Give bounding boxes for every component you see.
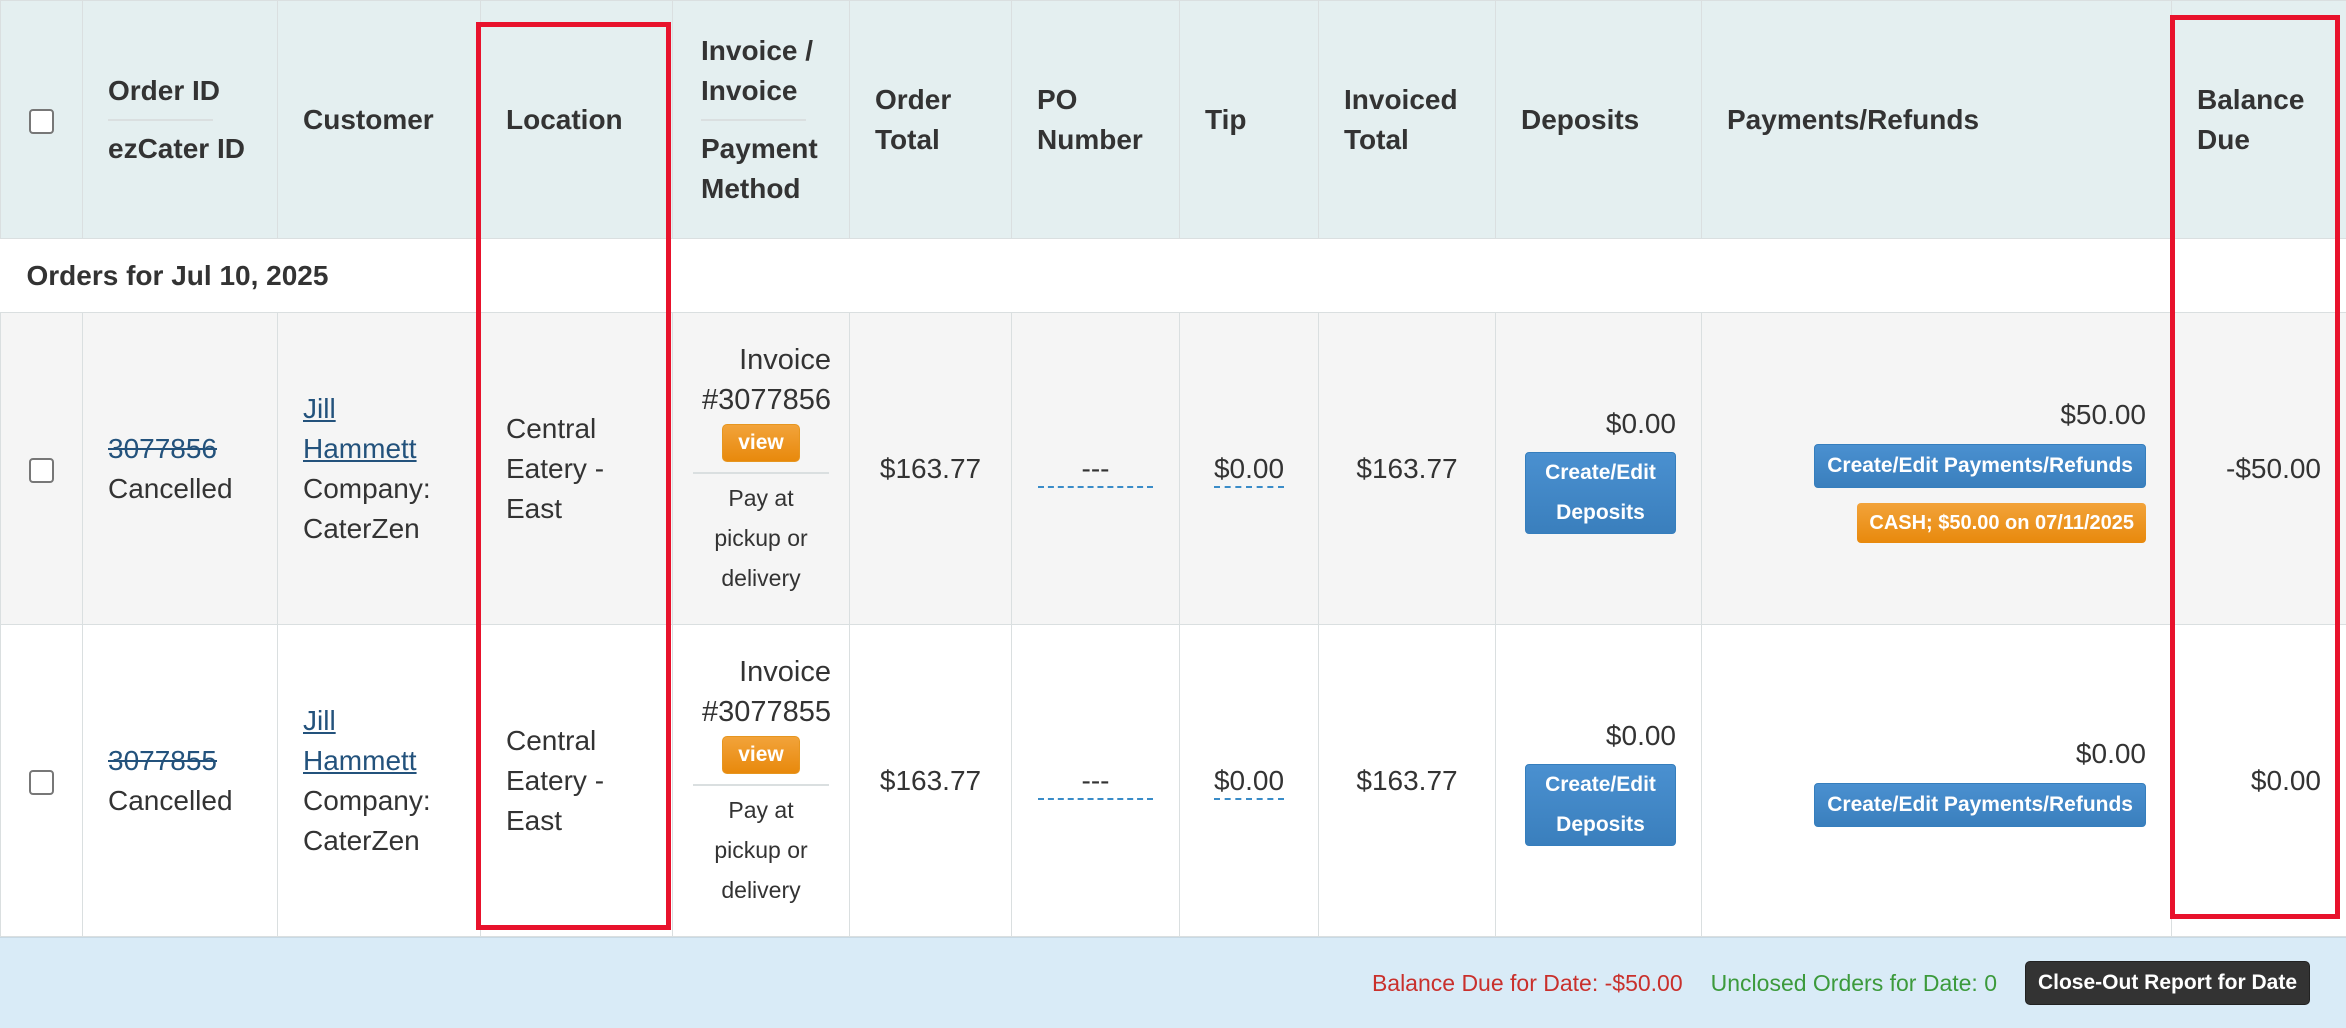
order-id-label: Order ID xyxy=(108,74,221,106)
tip-editable[interactable]: $0.00 xyxy=(1213,452,1285,488)
payment-method-label: Payment Method xyxy=(701,132,818,204)
order-total-cell: $163.77 xyxy=(849,312,1012,625)
customer-cell: Jill Hammett Company: CaterZen xyxy=(277,312,481,625)
create-edit-payments-button[interactable]: Create/Edit Payments/Refunds xyxy=(1814,443,2146,488)
deposit-amount: $0.00 xyxy=(1605,407,1676,439)
header-invoice[interactable]: Invoice / Invoice Payment Method xyxy=(672,0,850,239)
customer-company: Company: CaterZen xyxy=(303,472,431,544)
order-status: Cancelled xyxy=(108,472,233,504)
balance-due-cell: $0.00 xyxy=(2171,624,2346,937)
row-select-cell xyxy=(0,312,83,625)
payments-cell: $50.00 Create/Edit Payments/Refunds CASH… xyxy=(1701,312,2172,625)
header-balance-due[interactable]: Balance Due xyxy=(2171,0,2346,239)
tip-cell: $0.00 xyxy=(1179,312,1319,625)
view-invoice-button[interactable]: view xyxy=(722,735,800,774)
deposit-amount: $0.00 xyxy=(1605,719,1676,751)
invoiced-total-cell: $163.77 xyxy=(1318,312,1496,625)
header-divider xyxy=(701,118,806,121)
order-total-cell: $163.77 xyxy=(849,624,1012,937)
header-po-number[interactable]: PO Number xyxy=(1011,0,1180,239)
order-status: Cancelled xyxy=(108,784,233,816)
customer-link[interactable]: Jill Hammett xyxy=(303,393,417,464)
deposits-cell: $0.00 Create/Edit Deposits xyxy=(1495,624,1702,937)
footer-unclosed-orders: Unclosed Orders for Date: 0 xyxy=(1710,969,1997,996)
tip-editable[interactable]: $0.00 xyxy=(1213,764,1285,800)
table-row: 3077855 Cancelled Jill Hammett Company: … xyxy=(0,624,2346,937)
create-edit-deposits-button[interactable]: Create/Edit Deposits xyxy=(1525,763,1676,846)
header-row: Order ID ezCater ID Customer Location In… xyxy=(0,0,2346,239)
row-checkbox[interactable] xyxy=(29,457,54,483)
header-order-total[interactable]: Order Total xyxy=(849,0,1012,239)
po-number-editable[interactable]: --- xyxy=(1038,452,1153,488)
row-checkbox[interactable] xyxy=(29,769,54,795)
header-location[interactable]: Location xyxy=(480,0,673,239)
header-tip[interactable]: Tip xyxy=(1179,0,1319,239)
summary-footer: Balance Due for Date: -$50.00 Unclosed O… xyxy=(0,937,2346,1028)
payment-method: Pay at pickup or delivery xyxy=(693,471,829,598)
balance-due-cell: -$50.00 xyxy=(2171,312,2346,625)
view-invoice-button[interactable]: view xyxy=(722,423,800,462)
location-cell: Central Eatery - East xyxy=(480,312,673,625)
order-id-cell: 3077855 Cancelled xyxy=(82,624,278,937)
header-invoiced-total[interactable]: Invoiced Total xyxy=(1318,0,1496,239)
select-all-checkbox[interactable] xyxy=(29,108,54,134)
location-cell: Central Eatery - East xyxy=(480,624,673,937)
date-group-label: Orders for Jul 10, 2025 xyxy=(0,238,2346,313)
invoice-number: Invoice #3077855 xyxy=(701,655,831,728)
payments-amount: $50.00 xyxy=(2060,398,2146,430)
header-select-all-cell xyxy=(0,0,83,239)
customer-link[interactable]: Jill Hammett xyxy=(303,705,417,776)
header-customer[interactable]: Customer xyxy=(277,0,481,239)
po-number-editable[interactable]: --- xyxy=(1038,764,1153,800)
payment-badge[interactable]: CASH; $50.00 on 07/11/2025 xyxy=(1857,502,2146,543)
ezcater-id-label: ezCater ID xyxy=(108,132,245,164)
date-group-row: Orders for Jul 10, 2025 xyxy=(0,238,2346,313)
create-edit-deposits-button[interactable]: Create/Edit Deposits xyxy=(1525,451,1676,534)
close-out-report-button[interactable]: Close-Out Report for Date xyxy=(2024,961,2310,1005)
footer-balance-due: Balance Due for Date: -$50.00 xyxy=(1371,969,1683,996)
po-number-cell: --- xyxy=(1011,624,1180,937)
invoice-label: Invoice / Invoice xyxy=(701,34,814,106)
row-select-cell xyxy=(0,624,83,937)
deposits-cell: $0.00 Create/Edit Deposits xyxy=(1495,312,1702,625)
invoice-cell: Invoice #3077856 view Pay at pickup or d… xyxy=(672,312,850,625)
invoiced-total-cell: $163.77 xyxy=(1318,624,1496,937)
customer-cell: Jill Hammett Company: CaterZen xyxy=(277,624,481,937)
header-deposits[interactable]: Deposits xyxy=(1495,0,1702,239)
order-id-cell: 3077856 Cancelled xyxy=(82,312,278,625)
orders-report: Order ID ezCater ID Customer Location In… xyxy=(0,0,2346,1028)
order-id-link[interactable]: 3077856 xyxy=(108,433,217,464)
header-payments-refunds[interactable]: Payments/Refunds xyxy=(1701,0,2172,239)
create-edit-payments-button[interactable]: Create/Edit Payments/Refunds xyxy=(1814,783,2146,827)
payments-amount: $0.00 xyxy=(2075,738,2146,769)
tip-cell: $0.00 xyxy=(1179,624,1319,937)
payments-cell: $0.00 Create/Edit Payments/Refunds xyxy=(1701,624,2172,937)
header-order-id[interactable]: Order ID ezCater ID xyxy=(82,0,278,239)
payment-method: Pay at pickup or delivery xyxy=(693,783,829,910)
customer-company: Company: CaterZen xyxy=(303,784,431,856)
table-row: 3077856 Cancelled Jill Hammett Company: … xyxy=(0,312,2346,625)
invoice-cell: Invoice #3077855 view Pay at pickup or d… xyxy=(672,624,850,937)
po-number-cell: --- xyxy=(1011,312,1180,625)
order-id-link[interactable]: 3077855 xyxy=(108,745,217,776)
orders-table: Order ID ezCater ID Customer Location In… xyxy=(0,0,2346,937)
header-divider xyxy=(108,118,213,121)
invoice-number: Invoice #3077856 xyxy=(701,343,831,416)
